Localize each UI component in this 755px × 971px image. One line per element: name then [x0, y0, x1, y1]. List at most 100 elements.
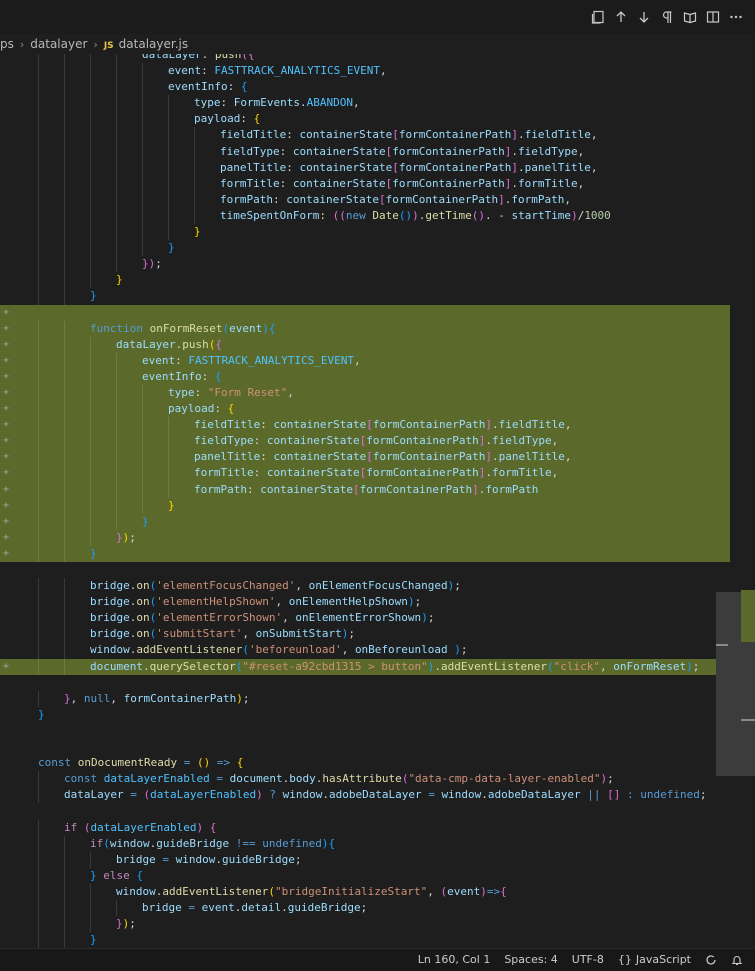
code-line[interactable]	[0, 723, 730, 739]
language-mode[interactable]: {} JavaScript	[618, 949, 691, 971]
code-line[interactable]: bridge.on('elementFocusChanged', onEleme…	[0, 578, 730, 595]
code-token: addEventListener	[441, 659, 547, 673]
code-line[interactable]: +}	[0, 545, 730, 562]
indent-guide	[90, 79, 91, 96]
code-line[interactable]	[0, 675, 730, 691]
indent-guide	[38, 835, 39, 852]
code-text: bridge = event.detail.guideBridge;	[142, 900, 367, 916]
diff-added-icon: +	[2, 451, 10, 463]
code-token: 'elementErrorShown'	[156, 611, 283, 625]
indent-guide	[38, 159, 39, 176]
code-line[interactable]: +}	[0, 497, 730, 514]
code-token: :	[260, 418, 274, 432]
code-line[interactable]: eventInfo: {	[0, 79, 730, 96]
indent-guide	[116, 207, 117, 225]
code-line[interactable]: }	[0, 240, 730, 257]
code-line[interactable]: + document.querySelector ("#reset-a92cbd13…	[0, 658, 730, 675]
split-editor-icon[interactable]	[704, 8, 722, 26]
code-line[interactable]: });	[0, 916, 730, 933]
code-line[interactable]: type: FormEvents.ABANDON,	[0, 95, 730, 112]
code-line[interactable]: fieldType: containerState[formContainerP…	[0, 143, 730, 160]
code-line[interactable]: payload: {	[0, 111, 730, 128]
open-changes-icon[interactable]	[589, 8, 607, 26]
code-line[interactable]: }	[0, 707, 730, 723]
code-line[interactable]: +	[0, 304, 730, 321]
code-line[interactable]: +}	[0, 513, 730, 530]
code-line[interactable]: if(window.guideBridge !== undefined){	[0, 835, 730, 852]
code-line[interactable]: + eventInfo: {	[0, 368, 730, 385]
cursor-position[interactable]: Ln 160, Col 1	[418, 949, 491, 971]
code-token: 'elementFocusChanged'	[156, 579, 296, 593]
indent-guide	[64, 433, 65, 450]
code-line[interactable]: dataLayer. push({	[0, 54, 730, 64]
code-line[interactable]: bridge.on('elementErrorShown', onElement…	[0, 610, 730, 627]
code-line[interactable]	[0, 803, 730, 819]
code-line[interactable]: + formPath: containerState[formContainerP…	[0, 481, 730, 498]
code-token: ,	[590, 160, 598, 174]
code-token: ,	[242, 627, 256, 641]
code-line[interactable]: if (dataLayerEnabled) {	[0, 819, 730, 836]
arrow-up-icon[interactable]	[612, 8, 630, 26]
notifications-bell-icon[interactable]	[731, 954, 743, 966]
code-line[interactable]: + type: "Form Reset",	[0, 384, 730, 402]
code-line[interactable]: }	[0, 288, 730, 305]
code-token: push	[182, 337, 209, 351]
indent-guide	[38, 916, 39, 933]
code-line[interactable]: const onDocumentReady = () => {	[0, 755, 730, 771]
encoding[interactable]: UTF-8	[572, 949, 604, 971]
breadcrumb-item-file[interactable]: datalayer.js	[119, 34, 188, 54]
code-line[interactable]: timeSpentOnForm: ((new Date()).getTime()…	[0, 207, 730, 225]
code-token: ((	[332, 208, 346, 222]
code-line[interactable]: window.addEventListener('beforeunload', …	[0, 642, 730, 659]
pilcrow-icon[interactable]	[658, 8, 676, 26]
code-line[interactable]: } else {	[0, 867, 730, 884]
code-editor[interactable]: dataLayer. push({event: FASTTRACK_ANALYT…	[0, 54, 755, 948]
more-icon[interactable]	[727, 8, 745, 26]
code-line[interactable]: formTitle: containerState[formContainerP…	[0, 175, 730, 192]
code-line[interactable]	[0, 739, 730, 755]
code-line[interactable]: });	[0, 256, 730, 273]
code-line[interactable]	[0, 562, 730, 578]
code-line[interactable]: dataLayer = (dataLayerEnabled) ? window.…	[0, 787, 730, 804]
gutter-cell	[0, 562, 12, 578]
code-line[interactable]: }	[0, 932, 730, 948]
code-line[interactable]: window.addEventListener("bridgeInitializ…	[0, 883, 730, 900]
code-line[interactable]: }	[0, 272, 730, 289]
code-token: on	[136, 579, 150, 593]
code-line[interactable]: formPath: containerState[formContainerPa…	[0, 191, 730, 208]
code-line[interactable]: + formTitle: containerState[formContainer…	[0, 465, 730, 482]
code-line[interactable]: + panelTitle: containerState[formContaine…	[0, 449, 730, 466]
code-line[interactable]: + function onFormReset(event){	[0, 320, 730, 337]
indent-guide	[38, 175, 39, 192]
indentation[interactable]: Spaces: 4	[504, 949, 557, 971]
gutter-cell	[0, 787, 12, 803]
code-line[interactable]: +});	[0, 529, 730, 546]
code-line[interactable]: const dataLayerEnabled = document.body.h…	[0, 771, 730, 788]
code-line[interactable]: + dataLayer.push({	[0, 336, 730, 353]
arrow-down-icon[interactable]	[635, 8, 653, 26]
code-line[interactable]: fieldTitle: containerState[formContainer…	[0, 127, 730, 144]
code-line[interactable]: bridge = window.guideBridge;	[0, 851, 730, 868]
code-line[interactable]: + event: FASTTRACK_ANALYTICS_EVENT,	[0, 352, 730, 369]
indent-guide	[38, 771, 39, 788]
code-line[interactable]: }, null, formContainerPath);	[0, 690, 730, 707]
breadcrumb-item-datalayer[interactable]: datalayer	[30, 34, 87, 54]
code-line[interactable]: bridge.on('submitStart', onSubmitStart);	[0, 626, 730, 643]
code-token: =>	[210, 756, 237, 770]
book-icon[interactable]	[681, 8, 699, 26]
code-token: containerState	[292, 144, 386, 158]
sync-icon[interactable]	[705, 954, 717, 966]
code-line[interactable]: bridge.on('elementHelpShown', onElementH…	[0, 594, 730, 611]
code-line[interactable]: bridge = event.detail.guideBridge;	[0, 899, 730, 917]
code-line[interactable]: + fieldType: containerState[formContainer…	[0, 433, 730, 450]
code-text: fieldType: containerState[formContainerP…	[220, 144, 584, 160]
code-text: event: FASTTRACK_ANALYTICS_EVENT,	[142, 353, 361, 369]
breadcrumb-item-parent[interactable]: ps	[0, 34, 14, 54]
code-line[interactable]: + fieldTitle: containerState[formContaine…	[0, 417, 730, 434]
code-line[interactable]: + payload: {	[0, 401, 730, 418]
code-line[interactable]: event: FASTTRACK_ANALYTICS_EVENT,	[0, 63, 730, 80]
diff-added-icon: +	[2, 403, 10, 415]
code-token: document	[90, 659, 143, 673]
code-line[interactable]: }	[0, 224, 730, 241]
code-line[interactable]: panelTitle: containerState[formContainer…	[0, 159, 730, 176]
